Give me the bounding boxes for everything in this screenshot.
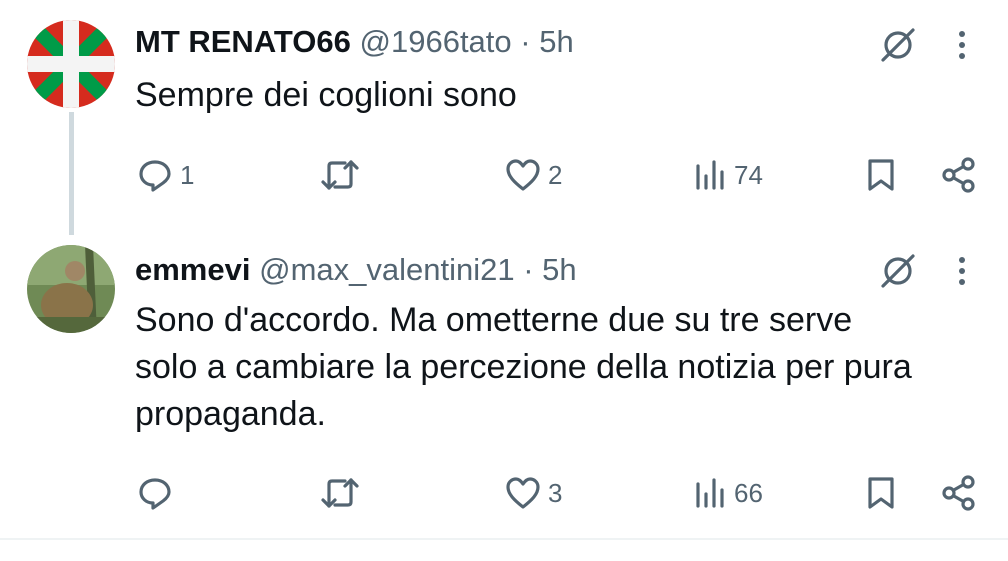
retweet-button[interactable]: [319, 150, 367, 200]
action-bar: 3 66: [0, 468, 1008, 518]
tweet-header: MT RENATO66 @1966tato · 5h: [135, 24, 574, 60]
tweet-text: Sono d'accordo. Ma ometterne due su tre …: [135, 301, 912, 433]
share-icon: [942, 157, 975, 193]
reply-icon: [139, 478, 171, 510]
avatar[interactable]: [27, 245, 115, 333]
user-handle[interactable]: @max_valentini21: [259, 252, 515, 287]
share-button[interactable]: [940, 468, 978, 518]
heart-icon: [506, 477, 540, 509]
tweet-1[interactable]: MT RENATO66 @1966tato · 5h Sempre dei co…: [0, 0, 1008, 235]
bookmark-icon: [868, 159, 894, 191]
action-bar: 1 2 74: [0, 150, 1008, 200]
views-button[interactable]: 74: [692, 150, 763, 200]
share-button[interactable]: [940, 150, 978, 200]
retweet-icon: [321, 160, 359, 190]
tweet-header: emmevi @max_valentini21 · 5h: [135, 252, 577, 288]
reply-button[interactable]: [136, 468, 180, 518]
like-count: 3: [548, 477, 563, 508]
grok-icon[interactable]: [879, 26, 917, 64]
bookmark-button[interactable]: [862, 150, 900, 200]
share-icon: [942, 475, 975, 511]
like-count: 2: [548, 159, 563, 190]
timestamp[interactable]: 5h: [539, 24, 573, 59]
reply-button[interactable]: 1: [136, 150, 194, 200]
reply-count: 1: [180, 159, 195, 190]
bookmark-button[interactable]: [862, 468, 900, 518]
reply-icon: [139, 160, 171, 192]
tweet-2[interactable]: emmevi @max_valentini21 · 5h Sono d'acco…: [0, 235, 1008, 538]
retweet-button[interactable]: [319, 468, 367, 518]
views-button[interactable]: 66: [692, 468, 763, 518]
more-vertical-icon[interactable]: [948, 252, 976, 290]
views-count: 66: [734, 477, 763, 508]
display-name[interactable]: MT RENATO66: [135, 24, 351, 59]
views-icon: [696, 160, 724, 190]
avatar[interactable]: [27, 20, 115, 108]
user-handle[interactable]: @1966tato: [360, 24, 512, 59]
like-button[interactable]: 2: [504, 150, 562, 200]
more-vertical-icon[interactable]: [948, 26, 976, 64]
views-icon: [696, 478, 724, 508]
photo-avatar: [27, 245, 115, 333]
separator-dot: ·: [520, 24, 531, 59]
basque-flag-avatar: [27, 20, 115, 108]
display-name[interactable]: emmevi: [135, 252, 250, 287]
views-count: 74: [734, 159, 763, 190]
divider: [0, 538, 1008, 540]
separator-dot: ·: [523, 252, 534, 287]
like-button[interactable]: 3: [504, 468, 562, 518]
retweet-icon: [321, 478, 359, 508]
timestamp[interactable]: 5h: [542, 252, 576, 287]
tweet-text: Sempre dei coglioni sono: [135, 76, 517, 114]
bookmark-icon: [868, 477, 894, 509]
grok-icon[interactable]: [879, 252, 917, 290]
heart-icon: [506, 159, 540, 191]
